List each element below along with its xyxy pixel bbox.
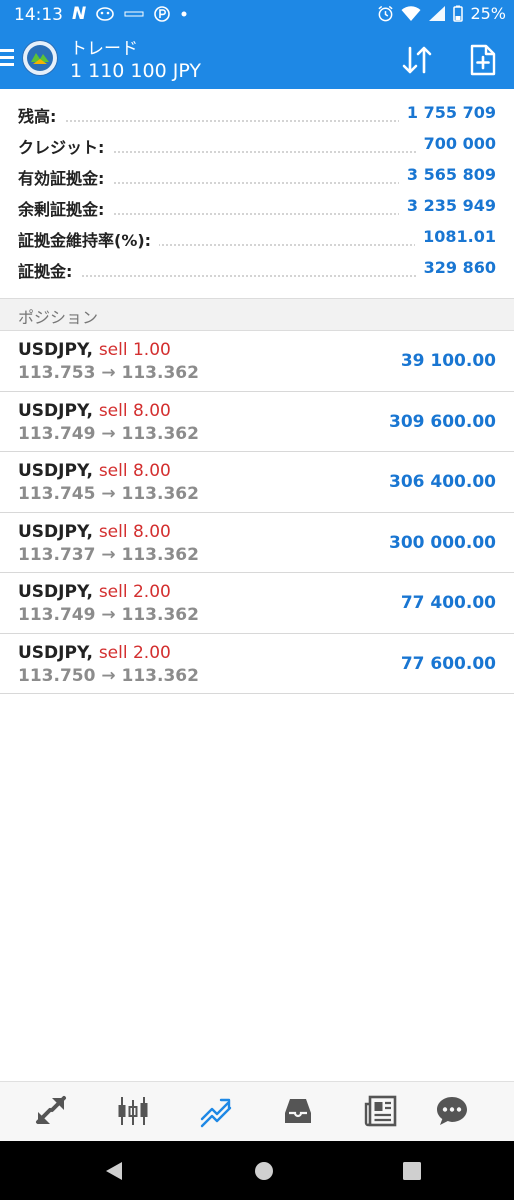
summary-value: 3 235 949 bbox=[398, 196, 496, 215]
position-prices: 113.749 → 113.362 bbox=[18, 605, 199, 625]
summary-row-margin-level: 証拠金維持率(%): 1081.01 bbox=[0, 224, 514, 255]
summary-label: 証拠金: bbox=[18, 258, 81, 282]
position-symbol: USDJPY, bbox=[18, 461, 93, 481]
status-bar: 14:13 N 25% bbox=[0, 0, 514, 30]
position-profit: 77 600.00 bbox=[400, 653, 496, 674]
position-symbol: USDJPY, bbox=[18, 582, 93, 602]
system-navigation-bar bbox=[0, 1141, 514, 1200]
page-title: トレード bbox=[70, 39, 138, 59]
position-type: sell 2.00 bbox=[98, 582, 171, 602]
summary-row-free-margin: 余剰証拠金: 3 235 949 bbox=[0, 193, 514, 224]
position-symbol: USDJPY, bbox=[18, 642, 93, 663]
position-prices: 113.749 → 113.362 bbox=[18, 423, 199, 444]
app-logo-icon[interactable] bbox=[22, 40, 58, 76]
battery-percent: 25% bbox=[470, 4, 506, 23]
position-symbol-line: USDJPY, sell 1.00 bbox=[18, 340, 171, 360]
summary-label: 有効証拠金: bbox=[18, 165, 113, 189]
position-type: sell 8.00 bbox=[98, 461, 171, 481]
smb-icon bbox=[124, 11, 144, 17]
position-symbol: USDJPY, bbox=[18, 521, 93, 542]
summary-row-balance: 残高: 1 755 709 bbox=[0, 100, 514, 131]
position-symbol-line: USDJPY, sell 8.00 bbox=[18, 461, 171, 481]
summary-value: 700 000 bbox=[415, 134, 496, 153]
summary-value: 1 755 709 bbox=[398, 103, 496, 122]
battery-icon bbox=[453, 5, 464, 22]
position-row[interactable]: USDJPY, sell 2.00 113.750 → 113.362 77 6… bbox=[0, 634, 514, 694]
positions-list: USDJPY, sell 1.00 113.753 → 113.362 39 1… bbox=[0, 331, 514, 694]
position-type: sell 8.00 bbox=[98, 400, 171, 421]
chat-icon[interactable] bbox=[435, 1094, 469, 1128]
position-row[interactable]: USDJPY, sell 8.00 113.737 → 113.362 300 … bbox=[0, 513, 514, 573]
position-row[interactable]: USDJPY, sell 8.00 113.749 → 113.362 309 … bbox=[0, 392, 514, 452]
p-icon bbox=[154, 6, 171, 22]
summary-label: 残高: bbox=[18, 103, 65, 127]
signal-icon bbox=[429, 6, 446, 21]
summary-label: 余剰証拠金: bbox=[18, 196, 113, 220]
app-header: トレード 1 110 100 JPY bbox=[0, 30, 514, 89]
position-prices: 113.750 → 113.362 bbox=[18, 665, 199, 686]
position-profit: 39 100.00 bbox=[400, 351, 496, 371]
sort-arrows-icon[interactable] bbox=[397, 40, 437, 80]
home-icon[interactable] bbox=[252, 1159, 276, 1183]
chart-icon[interactable] bbox=[116, 1094, 150, 1128]
wifi-icon bbox=[401, 6, 421, 21]
status-time: 14:13 bbox=[14, 5, 63, 25]
position-prices: 113.737 → 113.362 bbox=[18, 544, 199, 565]
position-prices: 113.753 → 113.362 bbox=[18, 363, 199, 383]
new-order-icon[interactable] bbox=[462, 40, 502, 80]
position-symbol: USDJPY, bbox=[18, 340, 93, 360]
history-icon[interactable] bbox=[281, 1094, 315, 1128]
position-symbol-line: USDJPY, sell 8.00 bbox=[18, 522, 171, 542]
status-icons-right: 25% bbox=[377, 4, 506, 23]
summary-row-credit: クレジット: 700 000 bbox=[0, 131, 514, 162]
status-icons-left: N bbox=[72, 4, 188, 24]
dot-icon bbox=[181, 11, 187, 17]
summary-row-equity: 有効証拠金: 3 565 809 bbox=[0, 162, 514, 193]
quotes-icon[interactable] bbox=[34, 1094, 68, 1128]
position-profit: 309 600.00 bbox=[388, 411, 496, 432]
top-bar: 14:13 N 25% トレード 1 110 100 JPY bbox=[0, 0, 514, 89]
position-row[interactable]: USDJPY, sell 8.00 113.745 → 113.362 306 … bbox=[0, 452, 514, 513]
summary-row-margin: 証拠金: 329 860 bbox=[0, 255, 514, 286]
recents-icon[interactable] bbox=[400, 1159, 424, 1183]
summary-label: クレジット: bbox=[18, 134, 113, 158]
position-symbol-line: USDJPY, sell 2.00 bbox=[18, 643, 171, 663]
position-row[interactable]: USDJPY, sell 1.00 113.753 → 113.362 39 1… bbox=[0, 331, 514, 392]
position-symbol: USDJPY, bbox=[18, 400, 93, 421]
summary-value: 329 860 bbox=[415, 258, 496, 277]
face-icon bbox=[96, 7, 115, 21]
back-icon[interactable] bbox=[102, 1159, 126, 1183]
position-prices: 113.745 → 113.362 bbox=[18, 484, 199, 504]
summary-value: 3 565 809 bbox=[398, 165, 496, 184]
alarm-icon bbox=[378, 5, 394, 22]
summary-value: 1081.01 bbox=[415, 227, 496, 246]
account-summary: 残高: 1 755 709 クレジット: 700 000 有効証拠金: 3 56… bbox=[0, 100, 514, 286]
position-profit: 300 000.00 bbox=[388, 532, 496, 553]
bottom-navigation bbox=[0, 1081, 514, 1141]
position-type: sell 1.00 bbox=[98, 340, 171, 360]
position-profit: 77 400.00 bbox=[400, 593, 496, 613]
position-type: sell 8.00 bbox=[98, 521, 171, 542]
header-balance: 1 110 100 JPY bbox=[70, 60, 201, 82]
position-symbol-line: USDJPY, sell 8.00 bbox=[18, 401, 171, 421]
position-row[interactable]: USDJPY, sell 2.00 113.749 → 113.362 77 4… bbox=[0, 573, 514, 634]
trade-icon[interactable] bbox=[199, 1094, 233, 1128]
positions-section-header: ポジション bbox=[0, 298, 514, 331]
n-icon: N bbox=[72, 4, 87, 24]
section-title: ポジション bbox=[18, 308, 99, 327]
summary-label: 証拠金維持率(%): bbox=[18, 227, 160, 251]
news-icon[interactable] bbox=[364, 1094, 398, 1128]
position-symbol-line: USDJPY, sell 2.00 bbox=[18, 582, 171, 602]
position-profit: 306 400.00 bbox=[388, 472, 496, 492]
hamburger-menu-icon[interactable] bbox=[0, 49, 14, 67]
position-type: sell 2.00 bbox=[98, 642, 171, 663]
